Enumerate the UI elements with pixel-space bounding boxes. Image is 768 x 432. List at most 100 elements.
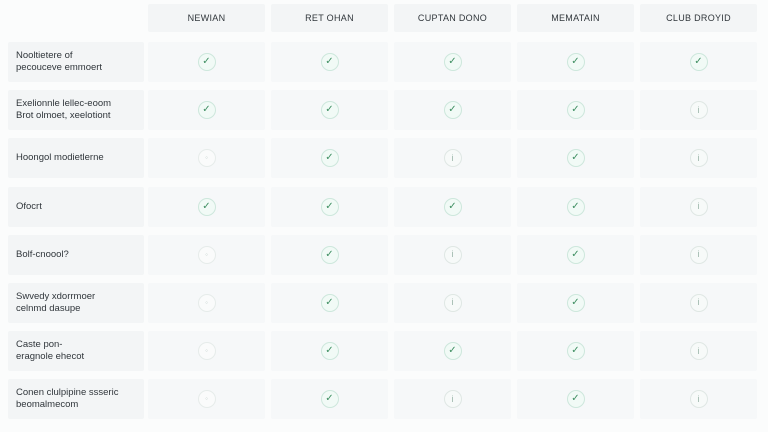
matrix-cell: i <box>394 282 511 323</box>
info-icon: i <box>443 390 462 409</box>
matrix-cell: ✓ <box>271 138 388 179</box>
comparison-matrix: NEWIAN RET OHAN CUPTAN DONO MEMATAIN CLUB DR… <box>0 0 768 432</box>
feature-cells: ✓ ✓ ✓ ✓ ✓ <box>148 42 757 82</box>
empty-circle-icon: ◦ <box>197 293 216 312</box>
checkmark-icon: ✓ <box>197 53 216 71</box>
feature-label: Bolf-cnoool? <box>8 234 144 275</box>
checkmark-icon: ✓ <box>320 293 339 312</box>
column-header-row: NEWIAN RET OHAN CUPTAN DONO MEMATAIN CLUB DR… <box>148 4 757 32</box>
matrix-cell: i <box>640 234 757 275</box>
feature-row: Nooltietere of pecouceve emmoert ✓ ✓ ✓ ✓ ✓ <box>8 42 768 82</box>
feature-cells: ◦ ✓ i ✓ i <box>148 138 757 179</box>
column-header: CLUB DROYID <box>640 4 757 32</box>
feature-label: Exelionnle lellec-eoom Brot olmoet, xeel… <box>8 90 144 131</box>
matrix-cell: i <box>394 138 511 179</box>
matrix-cell: ✓ <box>517 138 634 179</box>
checkmark-icon: ✓ <box>566 293 585 312</box>
matrix-cell: ✓ <box>394 186 511 227</box>
matrix-cell: ✓ <box>271 42 388 82</box>
matrix-cell: ✓ <box>517 379 634 420</box>
matrix-cell: ✓ <box>148 186 265 227</box>
checkmark-icon: ✓ <box>197 197 216 216</box>
info-icon: i <box>689 149 708 168</box>
checkmark-icon: ✓ <box>443 342 462 361</box>
matrix-cell: i <box>640 90 757 131</box>
matrix-cell: ✓ <box>271 282 388 323</box>
checkmark-icon: ✓ <box>320 101 339 120</box>
matrix-cell: ◦ <box>148 138 265 179</box>
checkmark-icon: ✓ <box>566 101 585 120</box>
checkmark-icon: ✓ <box>320 149 339 168</box>
matrix-cell: ✓ <box>271 186 388 227</box>
feature-cells: ◦ ✓ i ✓ i <box>148 282 757 323</box>
feature-row: Conen clulpipine ssseric beomalmecom ◦ ✓ i ✓… <box>8 379 768 420</box>
matrix-cell: ✓ <box>148 90 265 131</box>
matrix-cell: ✓ <box>271 379 388 420</box>
empty-circle-icon: ◦ <box>197 342 216 361</box>
feature-cells: ◦ ✓ i ✓ i <box>148 379 757 420</box>
matrix-cell: ✓ <box>640 42 757 82</box>
matrix-cell: ◦ <box>148 234 265 275</box>
checkmark-icon: ✓ <box>197 101 216 120</box>
feature-label: Ofocrt <box>8 186 144 227</box>
empty-circle-icon: ◦ <box>197 149 216 168</box>
feature-label: Caste pon- eragnole ehecot <box>8 331 144 372</box>
feature-cells: ✓ ✓ ✓ ✓ i <box>148 90 757 131</box>
matrix-cell: ✓ <box>394 42 511 82</box>
column-header: MEMATAIN <box>517 4 634 32</box>
checkmark-icon: ✓ <box>443 53 462 71</box>
feature-cells: ✓ ✓ ✓ ✓ i <box>148 186 757 227</box>
checkmark-icon: ✓ <box>443 197 462 216</box>
matrix-cell: i <box>640 331 757 372</box>
matrix-cell: ✓ <box>517 331 634 372</box>
info-icon: i <box>443 149 462 168</box>
checkmark-icon: ✓ <box>320 245 339 264</box>
matrix-cell: ✓ <box>271 90 388 131</box>
feature-rows: Nooltietere of pecouceve emmoert ✓ ✓ ✓ ✓ ✓ Exe… <box>8 42 768 428</box>
info-icon: i <box>689 197 708 216</box>
feature-cells: ◦ ✓ ✓ ✓ i <box>148 331 757 372</box>
info-icon: i <box>443 245 462 264</box>
checkmark-icon: ✓ <box>566 245 585 264</box>
info-icon: i <box>689 390 708 409</box>
feature-row: Ofocrt ✓ ✓ ✓ ✓ i <box>8 186 768 227</box>
matrix-cell: i <box>640 186 757 227</box>
info-icon: i <box>689 101 708 120</box>
matrix-cell: i <box>394 379 511 420</box>
feature-label: Hoongol modietlerne <box>8 138 144 179</box>
matrix-cell: ◦ <box>148 331 265 372</box>
empty-circle-icon: ◦ <box>197 390 216 409</box>
info-icon: i <box>689 293 708 312</box>
matrix-cell: ✓ <box>517 42 634 82</box>
checkmark-icon: ✓ <box>566 390 585 409</box>
column-header: CUPTAN DONO <box>394 4 511 32</box>
matrix-cell: i <box>640 282 757 323</box>
checkmark-icon: ✓ <box>320 197 339 216</box>
matrix-cell: ✓ <box>394 90 511 131</box>
matrix-cell: i <box>640 138 757 179</box>
info-icon: i <box>443 293 462 312</box>
column-header: RET OHAN <box>271 4 388 32</box>
matrix-cell: ✓ <box>271 331 388 372</box>
empty-circle-icon: ◦ <box>197 245 216 264</box>
feature-label: Swvedy xdorrmoer celnmd dasupe <box>8 282 144 323</box>
column-header: NEWIAN <box>148 4 265 32</box>
checkmark-icon: ✓ <box>320 53 339 71</box>
matrix-cell: ✓ <box>517 186 634 227</box>
matrix-cell: ◦ <box>148 282 265 323</box>
info-icon: i <box>689 245 708 264</box>
checkmark-icon: ✓ <box>689 53 708 71</box>
matrix-cell: ◦ <box>148 379 265 420</box>
feature-row: Caste pon- eragnole ehecot ◦ ✓ ✓ ✓ i <box>8 331 768 372</box>
matrix-cell: ✓ <box>394 331 511 372</box>
matrix-cell: i <box>640 379 757 420</box>
checkmark-icon: ✓ <box>566 197 585 216</box>
checkmark-icon: ✓ <box>320 342 339 361</box>
matrix-cell: ✓ <box>517 90 634 131</box>
feature-row: Swvedy xdorrmoer celnmd dasupe ◦ ✓ i ✓ i <box>8 282 768 323</box>
matrix-cell: ✓ <box>148 42 265 82</box>
feature-row: Exelionnle lellec-eoom Brot olmoet, xeel… <box>8 90 768 131</box>
matrix-cell: ✓ <box>517 234 634 275</box>
feature-cells: ◦ ✓ i ✓ i <box>148 234 757 275</box>
info-icon: i <box>689 342 708 361</box>
